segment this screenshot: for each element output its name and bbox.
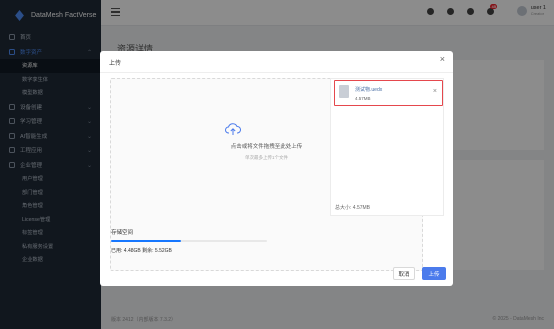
storage-progress-bar — [111, 240, 267, 242]
storage-usage: 已用: 4.48GB 剩余: 5.52GB — [111, 248, 172, 254]
modal-title: 上传 — [109, 61, 122, 67]
close-icon[interactable]: × — [440, 55, 445, 64]
remove-file-icon[interactable]: × — [433, 88, 437, 95]
file-name: 测试物.uedx — [355, 87, 383, 93]
file-size: 4.57MB — [355, 96, 371, 101]
cloud-upload-icon — [225, 123, 241, 135]
total-size: 总大小: 4.57MB — [330, 199, 444, 216]
divider — [100, 72, 453, 73]
storage-label: 存储空间 — [111, 230, 134, 236]
upload-button[interactable]: 上传 — [422, 267, 446, 280]
file-icon — [339, 85, 349, 98]
storage-progress-fill — [111, 240, 181, 242]
file-item[interactable]: 测试物.uedx 4.57MB × — [334, 80, 443, 106]
file-list: 测试物.uedx 4.57MB × — [330, 78, 444, 216]
upload-modal: 上传 × 点击或将文件拖拽至此处上传 单次最多上传1个文件 测试物.uedx 4… — [100, 51, 453, 286]
cancel-button[interactable]: 取消 — [393, 267, 415, 280]
